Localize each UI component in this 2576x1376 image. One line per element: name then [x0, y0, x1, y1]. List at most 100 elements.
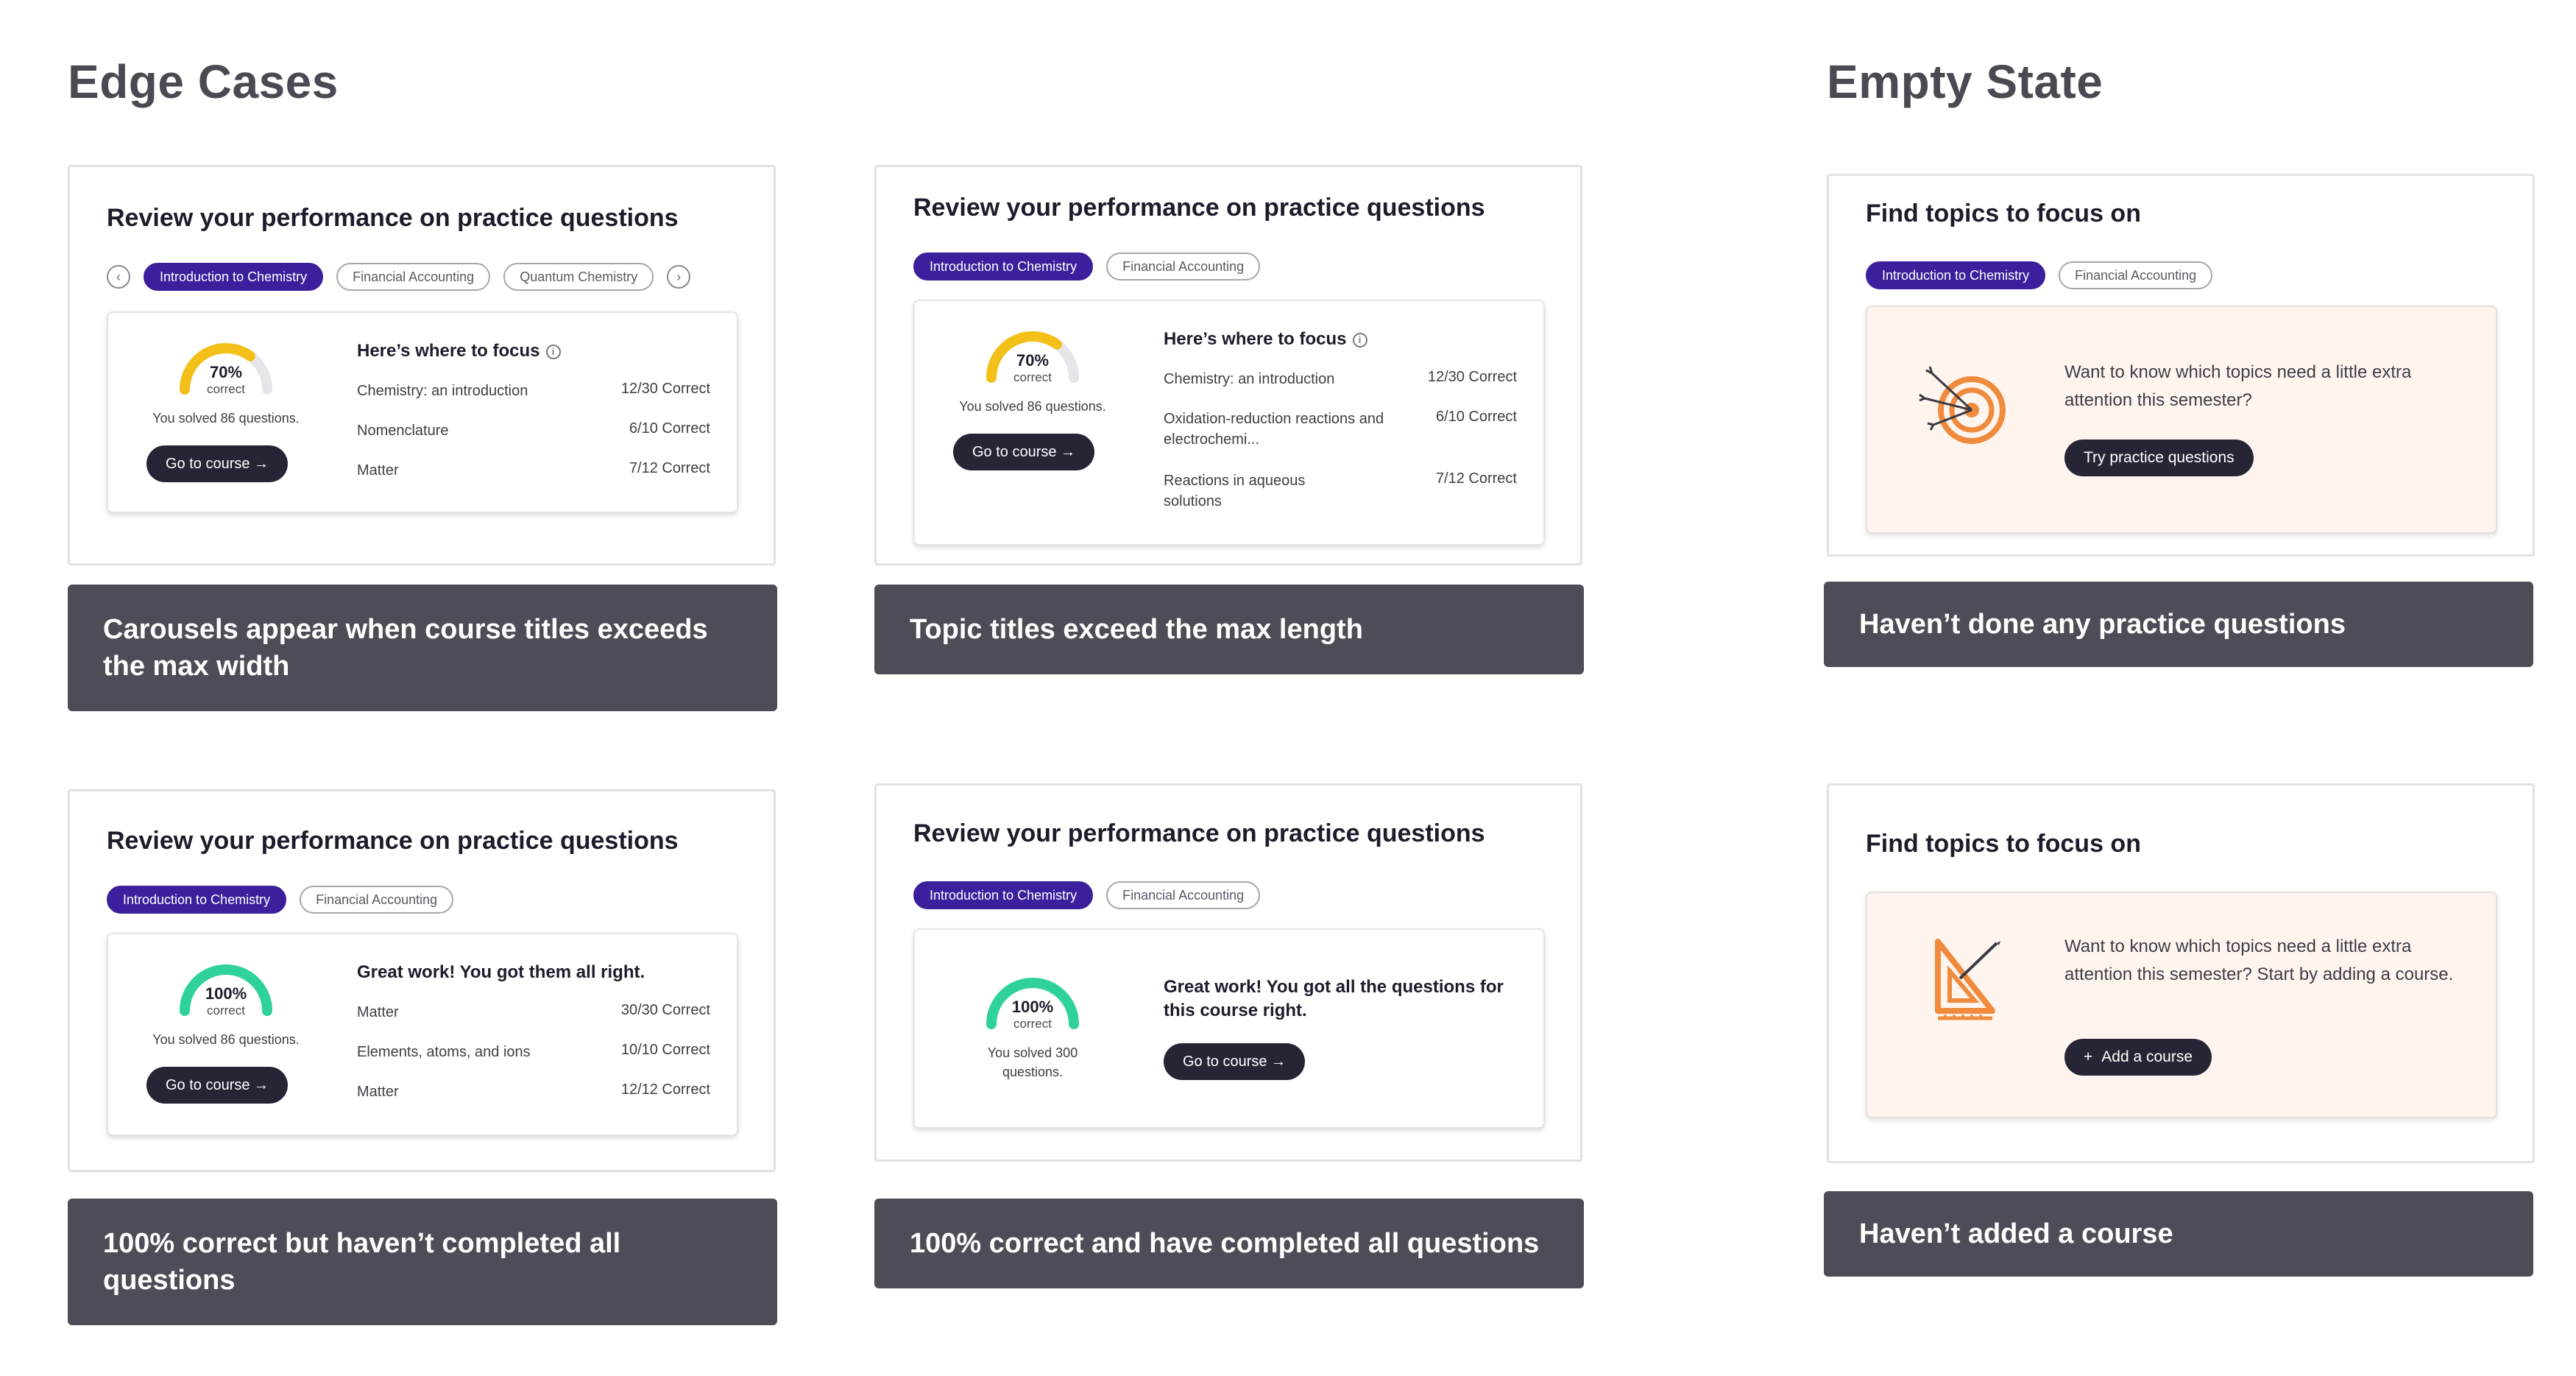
topic-row-1: Matter [357, 1004, 399, 1020]
empty-panel: Want to know which topics need a little … [1866, 892, 2497, 1118]
set-square-icon [1935, 939, 2000, 1020]
go-to-course-button[interactable]: Go to course → [146, 445, 289, 482]
focus-heading: Here’s where to focus i [357, 341, 561, 361]
card-carousel: Review your performance on practice ques… [68, 165, 776, 565]
topic-score-1: 30/30 Correct [620, 1002, 710, 1018]
pill-intro-chemistry[interactable]: Introduction to Chemistry [913, 881, 1094, 909]
performance-panel: 100% correct You solved 86 questions. Go… [107, 933, 738, 1136]
caption-long-topics: Topic titles exceed the max length [874, 585, 1584, 674]
focus-heading: Here’s where to focus i [1164, 329, 1367, 350]
caption-no-course: Haven’t added a course [1824, 1191, 2533, 1277]
go-to-course-button[interactable]: Go to course → [1164, 1043, 1306, 1080]
gauge-70: 70% correct [981, 326, 1084, 385]
go-to-course-button[interactable]: Go to course → [953, 434, 1095, 470]
performance-panel: 70% correct You solved 86 questions. Go … [913, 300, 1545, 546]
focus-heading-text: Here’s where to focus [1164, 329, 1347, 349]
focus-heading-text: Here’s where to focus [357, 341, 540, 361]
solved-count: You solved 86 questions. [959, 399, 1106, 414]
go-to-course-button[interactable]: Go to course → [146, 1067, 289, 1104]
topic-row-1: Chemistry: an introduction [1164, 371, 1335, 387]
course-pills: Introduction to Chemistry Financial Acco… [1866, 261, 2213, 289]
pill-intro-chemistry[interactable]: Introduction to Chemistry [1866, 261, 2046, 289]
edge-cases-title: Edge Cases [68, 55, 339, 108]
pill-intro-chemistry[interactable]: Introduction to Chemistry [913, 253, 1094, 281]
topic-score-3: 7/12 Correct [1435, 470, 1517, 487]
add-a-course-button[interactable]: + Add a course [2064, 1039, 2212, 1076]
gauge-percent: 100% [205, 984, 247, 1003]
pill-financial-accounting[interactable]: Financial Accounting [300, 886, 454, 914]
pill-financial-accounting[interactable]: Financial Accounting [2059, 261, 2213, 289]
topic-score-2: 6/10 Correct [1435, 409, 1517, 425]
empty-panel: Want to know which topics need a little … [1866, 306, 2497, 534]
card-title: Review your performance on practice ques… [107, 204, 679, 232]
solved-count: You solved 300 questions. [987, 1045, 1078, 1079]
info-icon[interactable]: i [545, 345, 561, 359]
gauge-100: 100% correct [174, 959, 277, 1018]
card-title: Review your performance on practice ques… [913, 819, 1485, 847]
gauge-label: correct [1013, 1017, 1052, 1031]
course-pills: Introduction to Chemistry Financial Acco… [913, 881, 1261, 909]
caption-100-complete: 100% correct and have completed all ques… [874, 1199, 1584, 1288]
add-a-course-label: Add a course [2101, 1048, 2193, 1065]
course-pills: ‹ Introduction to Chemistry Financial Ac… [107, 263, 691, 291]
gauge-label: correct [207, 382, 245, 396]
carousel-prev-icon[interactable]: ‹ [107, 265, 130, 289]
caption-text: Haven’t done any practice questions [1859, 609, 2346, 640]
topic-row-3: Matter [357, 1084, 399, 1100]
caption-text: Haven’t added a course [1859, 1218, 2173, 1249]
pill-financial-accounting[interactable]: Financial Accounting [1106, 881, 1261, 909]
caption-text: Carousels appear when course titles exce… [103, 614, 708, 682]
card-title: Review your performance on practice ques… [107, 827, 679, 855]
carousel-next-icon[interactable]: › [667, 265, 691, 289]
topic-row-2: Nomenclature [357, 423, 449, 439]
gauge-label: correct [207, 1003, 245, 1017]
pill-intro-chemistry[interactable]: Introduction to Chemistry [144, 263, 324, 291]
pill-intro-chemistry[interactable]: Introduction to Chemistry [107, 886, 287, 914]
performance-panel: 100% correct You solved 300 questions. G… [913, 928, 1545, 1129]
caption-no-practice: Haven’t done any practice questions [1824, 582, 2533, 667]
card-title: Find topics to focus on [1866, 200, 2141, 227]
topic-row-2: Elements, atoms, and ions [357, 1044, 531, 1060]
target-icon [1919, 366, 2006, 444]
topic-score-3: 7/12 Correct [629, 460, 710, 476]
card-100-complete: Review your performance on practice ques… [874, 783, 1582, 1162]
empty-message: Want to know which topics need a little … [2064, 936, 2454, 984]
empty-message: Want to know which topics need a little … [2064, 362, 2412, 410]
great-work-heading: Great work! You got all the questions fo… [1164, 977, 1504, 1020]
pill-financial-accounting[interactable]: Financial Accounting [1106, 253, 1261, 281]
empty-no-practice: Find topics to focus on Introduction to … [1827, 174, 2535, 557]
card-100-incomplete: Review your performance on practice ques… [68, 789, 776, 1172]
topic-score-2: 6/10 Correct [629, 420, 710, 437]
topic-row-3: Matter [357, 462, 399, 479]
gauge-percent: 70% [209, 363, 243, 381]
plus-icon: + [2084, 1048, 2093, 1065]
topic-row-1: Chemistry: an introduction [357, 383, 528, 399]
info-icon[interactable]: i [1352, 333, 1367, 347]
gauge-70: 70% correct [174, 338, 277, 397]
great-work-heading: Great work! You got them all right. [357, 962, 645, 982]
caption-text: 100% correct and have completed all ques… [910, 1228, 1540, 1259]
topic-score-1: 12/30 Correct [620, 381, 710, 397]
topic-score-3: 12/12 Correct [620, 1082, 710, 1098]
solved-count: You solved 86 questions. [152, 411, 300, 426]
gauge-100: 100% correct [981, 973, 1084, 1031]
pill-financial-accounting[interactable]: Financial Accounting [336, 263, 491, 291]
gauge-percent: 70% [1016, 351, 1050, 370]
solved-count: You solved 86 questions. [152, 1032, 300, 1047]
topic-score-1: 12/30 Correct [1427, 369, 1517, 385]
try-practice-questions-button[interactable]: Try practice questions [2064, 440, 2254, 476]
caption-100-incomplete: 100% correct but haven’t completed all q… [68, 1199, 777, 1325]
empty-no-course: Find topics to focus on Want to know whi… [1827, 783, 2535, 1163]
course-pills: Introduction to Chemistry Financial Acco… [107, 886, 454, 914]
card-long-topics: Review your performance on practice ques… [874, 165, 1582, 565]
topic-score-2: 10/10 Correct [620, 1042, 710, 1058]
caption-text: Topic titles exceed the max length [910, 614, 1363, 645]
performance-panel: 70% correct You solved 86 questions. Go … [107, 311, 738, 513]
card-title: Find topics to focus on [1866, 830, 2141, 858]
caption-carousel: Carousels appear when course titles exce… [68, 585, 777, 711]
pill-quantum-chemistry[interactable]: Quantum Chemistry [503, 263, 654, 291]
empty-state-title: Empty State [1827, 55, 2103, 108]
course-pills: Introduction to Chemistry Financial Acco… [913, 253, 1261, 281]
topic-row-2: Oxidation-reduction reactions and electr… [1164, 411, 1384, 448]
caption-text: 100% correct but haven’t completed all q… [103, 1228, 621, 1296]
